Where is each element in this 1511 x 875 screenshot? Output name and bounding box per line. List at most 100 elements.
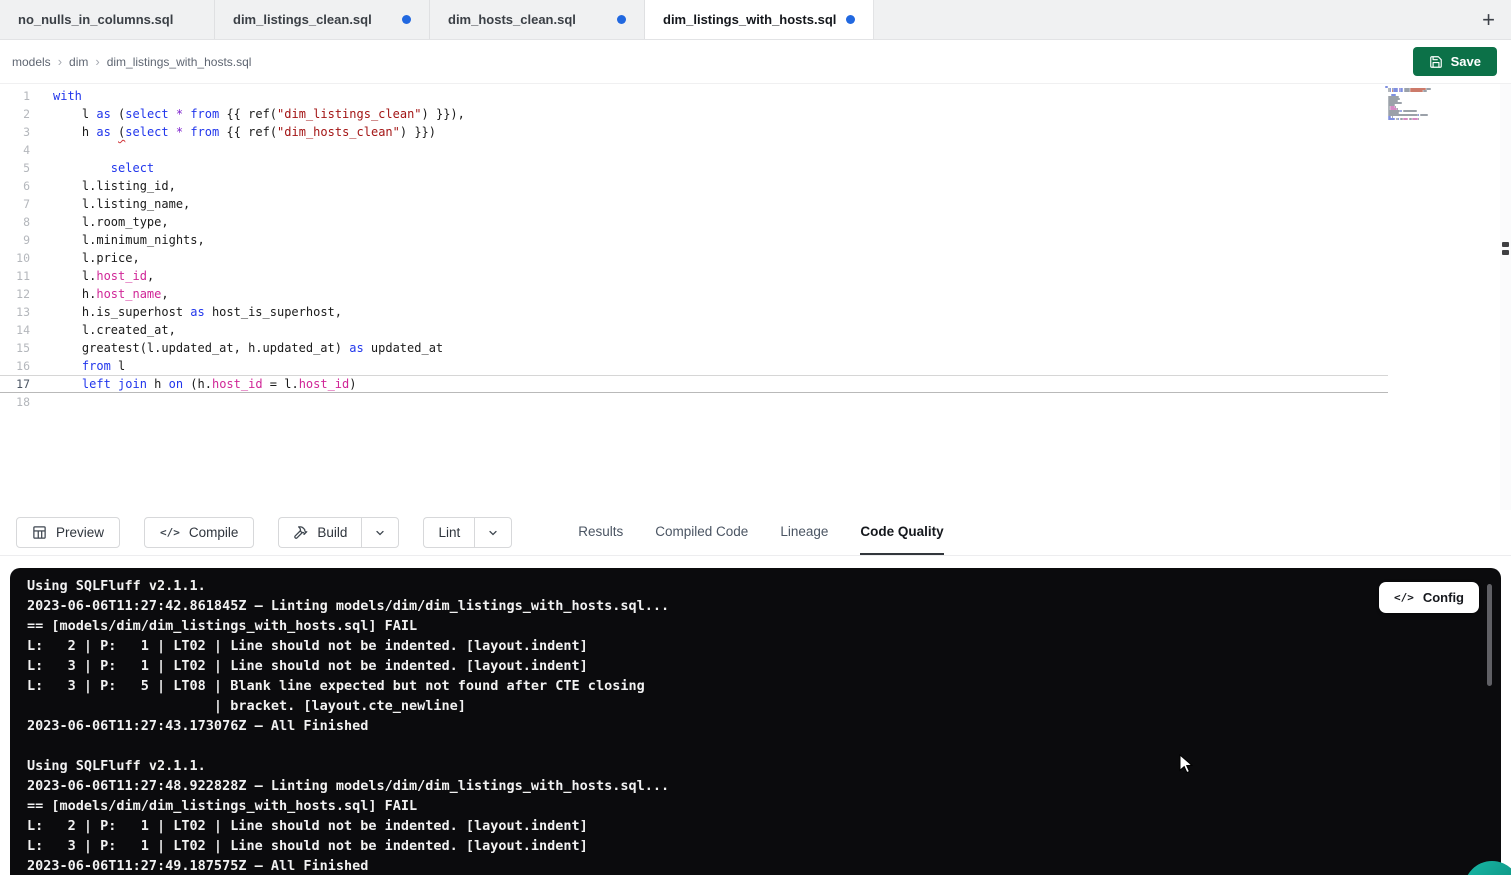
breadcrumb: models›dim›dim_listings_with_hosts.sql: [12, 54, 251, 69]
terminal-line: 2023-06-06T11:27:49.187575Z — All Finish…: [27, 856, 1501, 875]
code-line[interactable]: 13 h.is_superhost as host_is_superhost,: [0, 303, 1388, 321]
code-text: l.host_id,: [30, 267, 154, 285]
line-number: 2: [0, 105, 30, 123]
terminal-line: L: 3 | P: 1 | LT02 | Line should not be …: [27, 656, 1501, 676]
unsaved-changes-dot[interactable]: [617, 15, 626, 24]
lint-label: Lint: [438, 525, 460, 540]
code-text: l.room_type,: [30, 213, 169, 231]
minimap[interactable]: [1385, 86, 1465, 122]
code-text: [30, 141, 53, 159]
build-button-group: Build: [278, 517, 399, 548]
code-text: l.created_at,: [30, 321, 176, 339]
code-line[interactable]: 7 l.listing_name,: [0, 195, 1388, 213]
new-tab-button[interactable]: +: [1466, 0, 1511, 39]
line-number: 11: [0, 267, 30, 285]
tab-bar-spacer: [874, 0, 1466, 39]
tab-label: dim_hosts_clean.sql: [448, 12, 576, 27]
code-line[interactable]: 3 h as (select * from {{ ref("dim_hosts_…: [0, 123, 1388, 141]
config-button[interactable]: </> Config: [1379, 582, 1479, 613]
build-button[interactable]: Build: [278, 517, 361, 548]
breadcrumb-item[interactable]: dim_listings_with_hosts.sql: [107, 55, 252, 69]
line-number: 6: [0, 177, 30, 195]
code-area: 1with2 l as (select * from {{ ref("dim_l…: [0, 84, 1388, 411]
terminal-line: 2023-06-06T11:27:48.922828Z — Linting mo…: [27, 776, 1501, 796]
editor-scrollbar[interactable]: [1500, 84, 1511, 510]
table-grid-icon: [32, 525, 47, 540]
breadcrumb-item[interactable]: dim: [69, 55, 88, 69]
code-line[interactable]: 1with: [0, 87, 1388, 105]
code-line[interactable]: 9 l.minimum_nights,: [0, 231, 1388, 249]
tab-lineage[interactable]: Lineage: [780, 510, 828, 555]
tab-label: dim_listings_clean.sql: [233, 12, 372, 27]
terminal-scrollbar[interactable]: [1487, 584, 1492, 686]
editor-tab[interactable]: dim_listings_with_hosts.sql: [645, 0, 874, 39]
build-label: Build: [317, 525, 347, 540]
code-icon: </>: [1394, 591, 1414, 604]
lint-button-group: Lint: [423, 517, 512, 548]
line-number: 5: [0, 159, 30, 177]
preview-button[interactable]: Preview: [16, 517, 120, 548]
tab-compiled-code[interactable]: Compiled Code: [655, 510, 748, 555]
terminal-line: Using SQLFluff v2.1.1.: [27, 576, 1501, 596]
code-text: h.is_superhost as host_is_superhost,: [30, 303, 342, 321]
line-number: 13: [0, 303, 30, 321]
code-text: l as (select * from {{ ref("dim_listings…: [30, 105, 465, 123]
editor-tab[interactable]: dim_listings_clean.sql: [215, 0, 430, 39]
code-line[interactable]: 18: [0, 393, 1388, 411]
tab-bar-tabs: no_nulls_in_columns.sql dim_listings_clea…: [0, 0, 874, 39]
unsaved-changes-dot[interactable]: [846, 15, 855, 24]
code-line[interactable]: 10 l.price,: [0, 249, 1388, 267]
save-icon: [1429, 55, 1443, 69]
code-line[interactable]: 12 h.host_name,: [0, 285, 1388, 303]
lint-button[interactable]: Lint: [423, 517, 474, 548]
editor-tab[interactable]: no_nulls_in_columns.sql: [0, 0, 215, 39]
terminal-line: Using SQLFluff v2.1.1.: [27, 756, 1501, 776]
code-line[interactable]: 15 greatest(l.updated_at, h.updated_at) …: [0, 339, 1388, 357]
compile-button[interactable]: </> Compile: [144, 517, 254, 548]
line-number: 16: [0, 357, 30, 375]
code-line[interactable]: 2 l as (select * from {{ ref("dim_listin…: [0, 105, 1388, 123]
build-options-button[interactable]: [361, 517, 399, 548]
code-text: with: [30, 87, 82, 105]
terminal-line: 2023-06-06T11:27:43.173076Z — All Finish…: [27, 716, 1501, 736]
terminal-line: == [models/dim/dim_listings_with_hosts.s…: [27, 616, 1501, 636]
code-text: select: [30, 159, 154, 177]
code-editor[interactable]: 1with2 l as (select * from {{ ref("dim_l…: [0, 84, 1511, 510]
code-text: h.host_name,: [30, 285, 169, 303]
compile-label: Compile: [189, 525, 239, 540]
code-line[interactable]: 8 l.room_type,: [0, 213, 1388, 231]
code-line[interactable]: 16 from l: [0, 357, 1388, 375]
breadcrumb-item[interactable]: models: [12, 55, 51, 69]
code-line[interactable]: 11 l.host_id,: [0, 267, 1388, 285]
line-number: 3: [0, 123, 30, 141]
tab-results[interactable]: Results: [578, 510, 623, 555]
save-button[interactable]: Save: [1413, 47, 1497, 76]
terminal-line: | bracket. [layout.cte_newline]: [27, 696, 1501, 716]
editor-tab[interactable]: dim_hosts_clean.sql: [430, 0, 645, 39]
unsaved-changes-dot[interactable]: [402, 15, 411, 24]
line-number: 18: [0, 393, 30, 411]
chevron-down-icon: [374, 527, 386, 539]
line-number: 15: [0, 339, 30, 357]
line-number: 4: [0, 141, 30, 159]
chevron-down-icon: [487, 527, 499, 539]
terminal-line: [27, 736, 1501, 756]
tab-code-quality[interactable]: Code Quality: [860, 510, 943, 555]
code-line[interactable]: 6 l.listing_id,: [0, 177, 1388, 195]
tab-label: no_nulls_in_columns.sql: [18, 12, 173, 27]
line-number: 7: [0, 195, 30, 213]
code-line[interactable]: 4: [0, 141, 1388, 159]
preview-label: Preview: [56, 525, 104, 540]
lint-options-button[interactable]: [474, 517, 512, 548]
terminal-panel[interactable]: Using SQLFluff v2.1.1.2023-06-06T11:27:4…: [10, 568, 1501, 875]
minimap-line: [1385, 120, 1465, 122]
code-line[interactable]: 17 left join h on (h.host_id = l.host_id…: [0, 375, 1388, 393]
tab-bar: no_nulls_in_columns.sql dim_listings_clea…: [0, 0, 1511, 40]
code-text: l.listing_name,: [30, 195, 190, 213]
terminal-line: L: 2 | P: 1 | LT02 | Line should not be …: [27, 816, 1501, 836]
code-line[interactable]: 5 select: [0, 159, 1388, 177]
save-label: Save: [1451, 54, 1481, 69]
code-text: l.listing_id,: [30, 177, 176, 195]
breadcrumb-separator: ›: [58, 54, 62, 69]
code-line[interactable]: 14 l.created_at,: [0, 321, 1388, 339]
